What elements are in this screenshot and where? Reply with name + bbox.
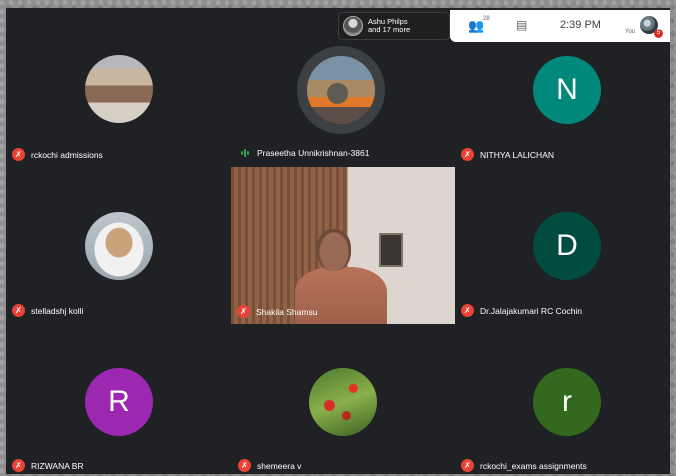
avatar-initial: N bbox=[556, 73, 578, 106]
participant-tile-label: ✗ NITHYA LALICHAN bbox=[461, 148, 554, 161]
participant-name: NITHYA LALICHAN bbox=[480, 149, 555, 160]
participant-avatar-rckochi-admissions bbox=[85, 55, 153, 123]
avatar-initial: r bbox=[562, 385, 572, 418]
participant-tile-label: ✗ rckochi_exams assignments bbox=[461, 459, 587, 472]
chip-text: Ashu Philps and 17 more bbox=[368, 18, 410, 34]
speaking-indicator-icon bbox=[238, 149, 251, 157]
participant-tile-label: ✗ Shakila Shamsu bbox=[237, 305, 317, 318]
participant-video-shakila[interactable]: ✗ Shakila Shamsu bbox=[231, 167, 455, 324]
mic-off-icon: ✗ bbox=[238, 459, 251, 472]
chip-avatar bbox=[343, 16, 363, 36]
meeting-info-panel: 👥 28 ▤ 2:39 PM You 5 bbox=[450, 10, 670, 42]
participant-name: rckochi admissions bbox=[31, 149, 103, 160]
participant-tile-label: Praseetha Unnikrishnan-3861 bbox=[238, 148, 369, 158]
participant-tile-label: ✗ Dr.Jalajakumari RC Cochin bbox=[461, 304, 582, 317]
people-icon[interactable]: 👥 bbox=[468, 18, 484, 34]
participant-avatar-nithya: N bbox=[533, 56, 601, 124]
mic-off-icon: ✗ bbox=[12, 459, 25, 472]
participant-name: shemeera v bbox=[257, 460, 302, 471]
clock-time: 2:39 PM bbox=[560, 19, 601, 31]
participant-avatar-jalajakumari: D bbox=[533, 212, 601, 280]
chat-icon[interactable]: ▤ bbox=[516, 18, 527, 32]
notification-badge: 5 bbox=[654, 29, 663, 38]
you-label: You bbox=[625, 29, 636, 35]
mic-off-icon: ✗ bbox=[12, 304, 25, 317]
participant-avatar-praseetha bbox=[307, 56, 375, 124]
mic-off-icon: ✗ bbox=[237, 305, 250, 318]
participant-avatar-rizwana: R bbox=[85, 368, 153, 436]
participant-avatar-shemeera bbox=[309, 368, 377, 436]
avatar-initial: D bbox=[556, 229, 578, 262]
participant-tile-label: ✗ stelladshj kolli bbox=[12, 304, 83, 317]
participant-tile-label: ✗ shemeera v bbox=[238, 459, 301, 472]
participant-name: Praseetha Unnikrishnan-3861 bbox=[257, 148, 370, 158]
participant-avatar-rckochi-exams: r bbox=[533, 368, 601, 436]
participant-name: stelladshj kolli bbox=[31, 305, 84, 316]
avatar-initial: R bbox=[108, 385, 130, 418]
participants-chip[interactable]: Ashu Philps and 17 more bbox=[338, 12, 450, 40]
participant-count: 28 bbox=[483, 16, 490, 22]
participant-name: RIZWANA BR bbox=[31, 460, 84, 471]
mic-off-icon: ✗ bbox=[12, 148, 25, 161]
participant-name: Shakila Shamsu bbox=[256, 306, 318, 317]
chip-more: and 17 more bbox=[368, 25, 411, 34]
participant-name: rckochi_exams assignments bbox=[480, 460, 587, 471]
mic-off-icon: ✗ bbox=[461, 148, 474, 161]
participant-name: Dr.Jalajakumari RC Cochin bbox=[480, 305, 583, 316]
mic-off-icon: ✗ bbox=[461, 459, 474, 472]
participant-avatar-stelladshj bbox=[85, 212, 153, 280]
participant-tile-label: ✗ rckochi admissions bbox=[12, 148, 103, 161]
mic-off-icon: ✗ bbox=[461, 304, 474, 317]
participant-tile-label: ✗ RIZWANA BR bbox=[12, 459, 84, 472]
